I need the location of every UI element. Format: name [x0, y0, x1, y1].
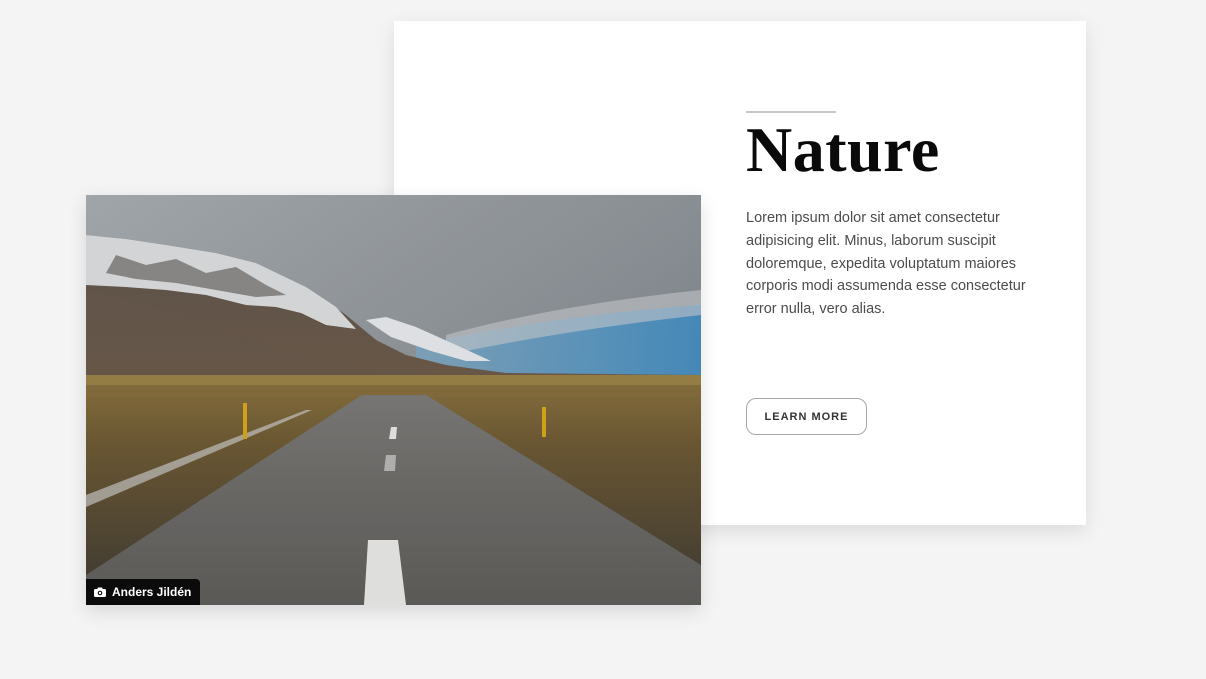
page: Nature Lorem ipsum dolor sit amet consec… [0, 0, 1206, 679]
photo-credit: Anders Jildén [86, 579, 201, 605]
landscape-photo: Anders Jildén [86, 195, 701, 605]
feature-title: Nature [746, 114, 940, 185]
learn-more-button[interactable]: LEARN MORE [746, 398, 867, 435]
road-landscape-image [86, 195, 701, 605]
feature-description: Lorem ipsum dolor sit amet consectetur a… [746, 210, 1026, 318]
feature-content: Nature Lorem ipsum dolor sit amet consec… [746, 111, 1046, 321]
title-divider [746, 111, 836, 113]
camera-icon [94, 587, 106, 597]
photo-credit-name: Anders Jildén [112, 585, 192, 599]
